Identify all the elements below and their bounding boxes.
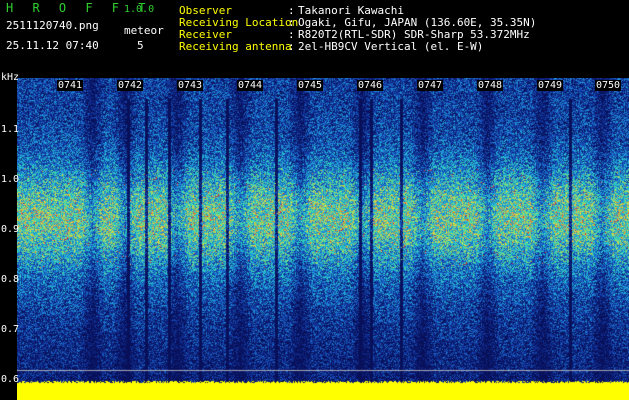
time-tick-label: 0750: [595, 80, 622, 91]
time-tick-label: 0743: [177, 80, 204, 91]
time-tick-label: 0748: [477, 80, 504, 91]
time-tick-label: 0745: [297, 80, 324, 91]
y-tick-label: 0.9: [1, 224, 20, 235]
time-tick-label: 0741: [57, 80, 84, 91]
y-tick-label: 0.6: [1, 374, 20, 385]
y-tick-label: 0.8: [1, 274, 20, 285]
meteor-label: meteor: [124, 24, 164, 37]
time-tick-label: 0747: [417, 80, 444, 91]
info-key-antenna: Receiving antenna: [179, 40, 292, 53]
spectrogram-canvas: [17, 78, 629, 400]
time-tick-label: 0744: [237, 80, 264, 91]
meteor-count: 5: [137, 39, 144, 52]
time-tick-label: 0742: [117, 80, 144, 91]
file-name: 2511120740.png: [6, 19, 99, 32]
date-time: 25.11.12 07:40: [6, 39, 99, 52]
time-tick-label: 0749: [537, 80, 564, 91]
y-tick-label: 1.0: [1, 174, 20, 185]
spectrogram-plot: [17, 78, 629, 400]
time-tick-label: 0746: [357, 80, 384, 91]
app-version: 1.0.0: [124, 4, 155, 15]
info-separator: :: [288, 40, 295, 53]
info-value-antenna: 2el-HB9CV Vertical (el. E-W): [298, 40, 484, 53]
y-tick-label: 1.1: [1, 124, 20, 135]
y-axis-unit: kHz: [1, 72, 20, 83]
y-tick-label: 0.7: [1, 324, 20, 335]
